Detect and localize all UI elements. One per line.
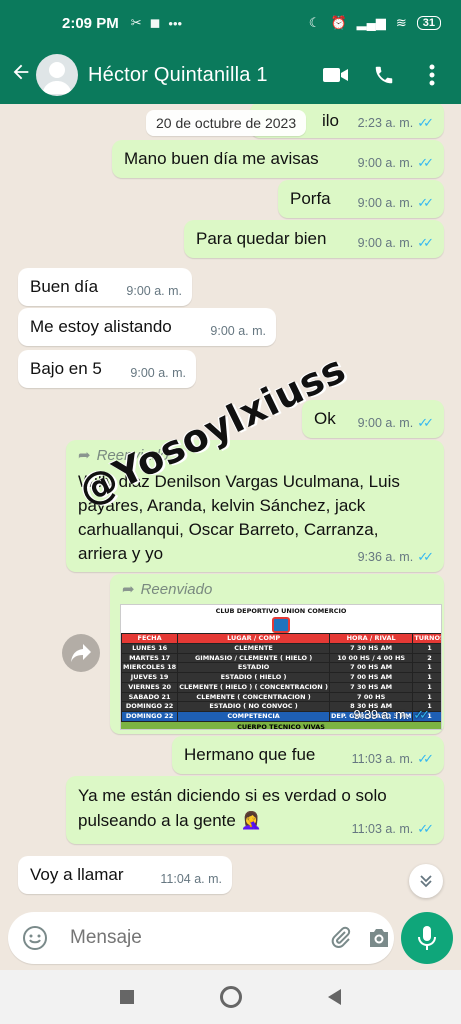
message-text: Ok [314,409,336,428]
read-ticks-icon: ✓✓ [417,415,434,431]
signal-icon: ▂▄▆ [356,15,386,30]
emoji-icon[interactable] [22,924,48,952]
schedule-header: LUGAR / COMP [177,633,330,644]
camera-icon[interactable] [367,924,391,952]
alarm-icon: ⏰ [330,15,347,30]
more-dots-icon: ••• [168,15,183,31]
schedule-row: SABADO 21 CLEMENTE ( CONCENTRACION ) 7 00 … [121,691,441,703]
status-bar: 2:09 PM ✂ ◼ ••• ☾ ⏰ ▂▄▆ ≋ 31 [0,0,461,46]
message-bubble[interactable]: Para quedar bien 9:00 a. m. ✓✓ [184,220,444,258]
chat-area[interactable]: ilo 2:23 a. m. ✓✓ 20 de octubre de 2023 M… [0,104,461,906]
read-ticks-icon: ✓✓ [417,549,434,565]
message-time: 9:00 a. m. [357,155,414,170]
message-bubble[interactable]: Mano buen día me avisas 9:00 a. m. ✓✓ [112,140,444,178]
read-ticks-icon: ✓✓ [417,235,434,251]
read-ticks-icon: ✓✓ [417,155,434,171]
message-time: 9:00 a. m. [210,324,266,339]
club-logo [272,617,290,633]
back-arrow-icon[interactable] [6,61,36,90]
message-text: Para quedar bien [196,229,327,248]
schedule-header: TURNOS [412,633,441,644]
moon-icon: ☾ [308,15,321,30]
message-time: 11:04 a. m. [160,872,222,887]
message-time: 2:23 a. m. [357,115,414,130]
message-text: Hermano que fue [184,745,316,764]
message-bubble[interactable]: Ya me están diciendo si es verdad o solo… [66,776,444,844]
message-bubble[interactable]: Hermano que fue 11:03 a. m. ✓✓ [172,736,444,774]
menu-dots-icon[interactable] [419,62,445,88]
message-text: ilo [322,111,340,130]
person-icon [42,62,72,94]
schedule-row: LUNES 16 CLEMENTE 7 30 HS AM 1 [121,642,441,654]
message-text: Voy a llamar [30,865,124,884]
image-meta: 9:39 a. m. ✓✓ [354,706,430,724]
message-input[interactable] [70,927,315,949]
read-ticks-icon: ✓✓ [417,115,434,131]
video-call-icon[interactable] [323,62,349,88]
forwarded-label: ➦ Reenviado [122,580,432,600]
date-chip: 20 de octubre de 2023 [146,110,307,136]
home-button[interactable] [220,986,242,1008]
status-time: 2:09 PM [62,14,119,32]
forwarded-image-bubble[interactable]: ➦ Reenviado CLUB DEPORTIVO UNION COMERCIO… [110,574,444,734]
app-icon: ◼ [149,15,161,30]
schedule-title: CLUB DEPORTIVO UNION COMERCIO [215,607,347,615]
message-time: 9:00 a. m. [357,415,414,430]
forward-arrow-icon: ➦ [122,581,135,598]
forward-share-button[interactable] [62,634,100,672]
schedule-header: FECHA [121,633,179,644]
message-time: 9:00 a. m. [130,366,186,381]
schedule-header: HORA / RIVAL [328,633,414,644]
message-time: 9:00 a. m. [357,235,414,250]
message-time: 9:36 a. m. [357,549,414,564]
message-bubble[interactable]: Porfa 9:00 a. m. ✓✓ [278,180,444,218]
share-arrow-icon [71,644,91,662]
mic-button[interactable] [401,912,453,964]
mic-icon [418,926,436,950]
recents-button[interactable] [120,990,134,1004]
message-bubble[interactable]: Ok 9:00 a. m. ✓✓ [302,400,444,438]
read-ticks-icon: ✓✓ [417,821,434,837]
system-nav-bar [0,970,461,1024]
back-button[interactable] [328,989,341,1005]
message-bubble[interactable]: Voy a llamar 11:04 a. m. [18,856,232,894]
message-bubble[interactable]: Bajo en 5 9:00 a. m. [18,350,196,388]
message-time: 9:39 a. m. [353,707,410,722]
message-time: 9:00 a. m. [126,284,182,299]
message-time: 9:00 a. m. [357,195,414,210]
message-text: Mano buen día me avisas [124,149,319,168]
schedule-row: MARTES 17 GIMNASIO / CLEMENTE ( HIELO ) 10… [121,652,441,664]
scroll-down-button[interactable] [409,864,443,898]
forward-arrow-icon: ➦ [78,447,91,464]
message-text: Bajo en 5 [30,359,102,378]
avatar[interactable] [36,54,78,96]
chat-header: Héctor Quintanilla 1 [0,46,461,104]
message-time: 11:03 a. m. [351,751,414,766]
message-time: 11:03 a. m. [351,821,414,836]
attach-icon[interactable] [329,924,353,952]
schedule-row: VIERNES 20 CLEMENTE ( HIELO ) ( CONCENTRA… [121,681,441,693]
message-text: Porfa [290,189,331,208]
voice-call-icon[interactable] [371,62,397,88]
status-system-icons: ☾ ⏰ ▂▄▆ ≋ 31 [309,15,441,31]
status-notification-icons: ✂ ◼ ••• [131,15,182,31]
message-text: Me estoy alistando [30,317,172,336]
contact-name[interactable]: Héctor Quintanilla 1 [88,64,268,87]
message-input-bar [0,906,461,970]
schedule-row: MIERCOLES 18 ESTADIO 7 00 HS AM 1 [121,662,441,674]
message-input-container[interactable] [8,912,394,964]
read-ticks-icon: ✓✓ [413,707,430,723]
double-chevron-down-icon [420,875,432,888]
schedule-row: JUEVES 19 ESTADIO ( HIELO ) 7 00 HS AM 1 [121,672,441,683]
read-ticks-icon: ✓✓ [417,195,434,211]
message-text: Buen día [30,277,99,296]
read-ticks-icon: ✓✓ [417,751,434,767]
message-bubble[interactable]: Me estoy alistando 9:00 a. m. [18,308,276,346]
message-bubble[interactable]: Buen día 9:00 a. m. [18,268,192,306]
wifi-icon: ≋ [395,15,407,30]
scissors-icon: ✂ [130,15,142,30]
battery-icon: 31 [416,16,441,30]
